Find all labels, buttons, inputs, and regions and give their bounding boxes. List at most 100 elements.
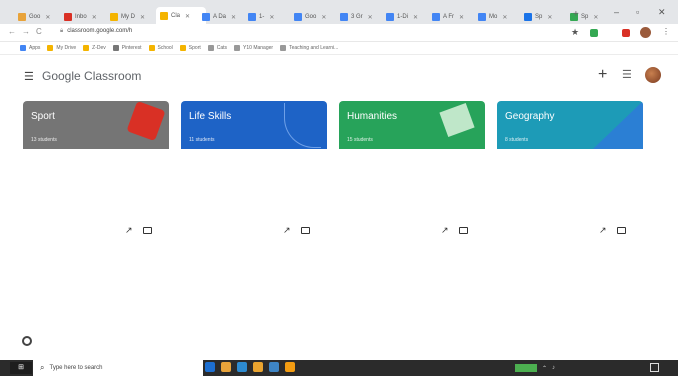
network-icon[interactable]: ⌃ — [542, 365, 547, 372]
tab-label: Mo — [489, 14, 498, 20]
browser-tab[interactable]: Cla ✕ — [156, 7, 206, 25]
taskbar-app-icon[interactable] — [221, 362, 231, 372]
class-title[interactable]: Sport — [31, 111, 55, 122]
extension-icon[interactable] — [622, 29, 630, 37]
class-card-header[interactable]: Sport 13 students — [23, 101, 169, 149]
tab-close-icon[interactable]: ✕ — [502, 14, 507, 21]
tab-close-icon[interactable]: ✕ — [185, 13, 190, 20]
help-icon[interactable] — [22, 336, 32, 346]
class-card[interactable]: Sport 13 students ↗ — [23, 101, 169, 251]
folder-icon[interactable] — [616, 227, 626, 234]
minimize-icon[interactable]: – — [614, 7, 619, 17]
start-button[interactable]: ⊞ — [10, 362, 32, 374]
class-card-header[interactable]: Humanities 15 students — [339, 101, 485, 149]
apps-grid-icon[interactable]: ☰ — [622, 68, 632, 81]
browser-tab[interactable]: 3 Gr ✕ — [340, 9, 382, 25]
bookmark-icon — [112, 45, 119, 51]
class-card[interactable]: Humanities 15 students ↗ — [339, 101, 485, 251]
add-class-button[interactable]: + — [598, 66, 607, 84]
class-card[interactable]: Geography 8 students ↗ — [497, 101, 643, 251]
volume-icon[interactable]: ♪ — [552, 365, 555, 371]
windows-taskbar: ⊞ ⌕ Type here to search ⌃ ♪ — [0, 360, 678, 376]
browser-tab[interactable]: My D ✕ — [110, 9, 152, 25]
browser-tab[interactable]: Inbo ✕ — [64, 9, 106, 25]
class-card[interactable]: Life Skills 11 students ↗ — [181, 101, 327, 251]
back-icon[interactable]: ← — [8, 27, 16, 36]
tab-favicon-icon — [110, 13, 118, 21]
trending-icon[interactable]: ↗ — [125, 225, 133, 236]
browser-tab[interactable]: A Da ✕ — [202, 9, 244, 25]
taskbar-app-icon[interactable] — [205, 362, 215, 372]
main-menu-icon[interactable]: ☰ — [24, 70, 34, 83]
tab-close-icon[interactable]: ✕ — [368, 14, 373, 21]
bookmark-item[interactable]: Cats — [207, 45, 227, 51]
taskbar-app-icon[interactable] — [285, 362, 295, 372]
tab-label: Goo — [305, 14, 317, 20]
tab-close-icon[interactable]: ✕ — [45, 14, 50, 21]
notifications-icon[interactable] — [650, 363, 659, 372]
bookmark-label: Pinterest — [121, 45, 142, 51]
tab-close-icon[interactable]: ✕ — [269, 14, 274, 21]
browser-tab[interactable]: Sp ✕ — [524, 9, 566, 25]
browser-tab[interactable]: Mo ✕ — [478, 9, 520, 25]
browser-tab-strip: Goo ✕ Inbo ✕ My D ✕ Cla ✕ A Da ✕ 1- ✕ Goo ✕ 3 Gr ✕ 1-Di ✕… — [0, 0, 678, 25]
class-student-count: 15 students — [347, 137, 373, 143]
browser-profile-avatar[interactable] — [640, 27, 651, 38]
bookmark-label: Y10 Manager — [243, 45, 274, 51]
bookmark-item[interactable]: Sport — [179, 45, 201, 51]
bookmark-star-icon[interactable]: ★ — [571, 27, 579, 38]
user-avatar[interactable] — [645, 67, 661, 83]
taskbar-search-box[interactable]: ⌕ Type here to search — [33, 360, 203, 376]
close-icon[interactable]: ✕ — [658, 7, 666, 18]
taskbar-app-icon[interactable] — [237, 362, 247, 372]
folder-icon[interactable] — [458, 227, 468, 234]
tab-favicon-icon — [478, 13, 486, 21]
bookmark-item[interactable]: School — [148, 45, 173, 51]
trending-icon[interactable]: ↗ — [283, 225, 291, 236]
taskbar-app-icon[interactable] — [253, 362, 263, 372]
folder-icon[interactable] — [142, 227, 152, 234]
tab-label: 1-Di — [397, 14, 409, 20]
battery-icon[interactable] — [515, 364, 537, 372]
class-card-actions: ↗ — [441, 225, 468, 236]
tab-close-icon[interactable]: ✕ — [231, 14, 236, 21]
bookmark-item[interactable]: Z-Dev — [83, 45, 106, 51]
app-logo[interactable]: Google Classroom — [42, 69, 141, 83]
tab-close-icon[interactable]: ✕ — [547, 14, 552, 21]
tab-close-icon[interactable]: ✕ — [92, 14, 97, 21]
browser-tab[interactable]: Goo ✕ — [294, 9, 336, 25]
bookmark-label: School — [157, 45, 173, 51]
browser-tab[interactable]: 1- ✕ — [248, 9, 290, 25]
trending-icon[interactable]: ↗ — [441, 225, 449, 236]
bookmark-item[interactable]: Y10 Manager — [234, 45, 273, 51]
class-card-header[interactable]: Geography 8 students — [497, 101, 643, 149]
trending-icon[interactable]: ↗ — [599, 225, 607, 236]
class-card-header[interactable]: Life Skills 11 students — [181, 101, 327, 149]
browser-tab[interactable]: A Fr ✕ — [432, 9, 474, 25]
lock-icon: 🔒︎ — [60, 28, 64, 34]
class-title[interactable]: Life Skills — [189, 111, 231, 122]
bookmark-item[interactable]: Apps — [20, 45, 40, 51]
tab-close-icon[interactable]: ✕ — [459, 14, 464, 21]
folder-icon[interactable] — [300, 227, 310, 234]
bookmark-item[interactable]: Teaching and Learni... — [280, 45, 338, 51]
tab-close-icon[interactable]: ✕ — [593, 14, 598, 21]
class-title[interactable]: Humanities — [347, 111, 397, 122]
url-field[interactable]: 🔒︎ classroom.google.com/h — [60, 28, 132, 35]
tab-close-icon[interactable]: ✕ — [413, 14, 418, 21]
class-card-actions: ↗ — [125, 225, 152, 236]
browser-tab[interactable]: Goo ✕ — [18, 9, 60, 25]
bookmark-item[interactable]: Pinterest — [112, 45, 142, 51]
browser-menu-icon[interactable]: ⋮ — [662, 27, 670, 36]
forward-icon[interactable]: → — [22, 27, 30, 36]
reload-icon[interactable]: C — [36, 27, 42, 36]
browser-tab[interactable]: 1-Di ✕ — [386, 9, 428, 25]
tab-close-icon[interactable]: ✕ — [321, 14, 326, 21]
tab-close-icon[interactable]: ✕ — [140, 14, 145, 21]
class-title[interactable]: Geography — [505, 111, 554, 122]
bookmark-item[interactable]: My Drive — [47, 45, 76, 51]
maximize-icon[interactable]: ▫ — [636, 7, 639, 17]
taskbar-app-icon[interactable] — [269, 362, 279, 372]
new-tab-button[interactable]: + — [573, 9, 579, 20]
extension-icon[interactable] — [590, 29, 598, 37]
